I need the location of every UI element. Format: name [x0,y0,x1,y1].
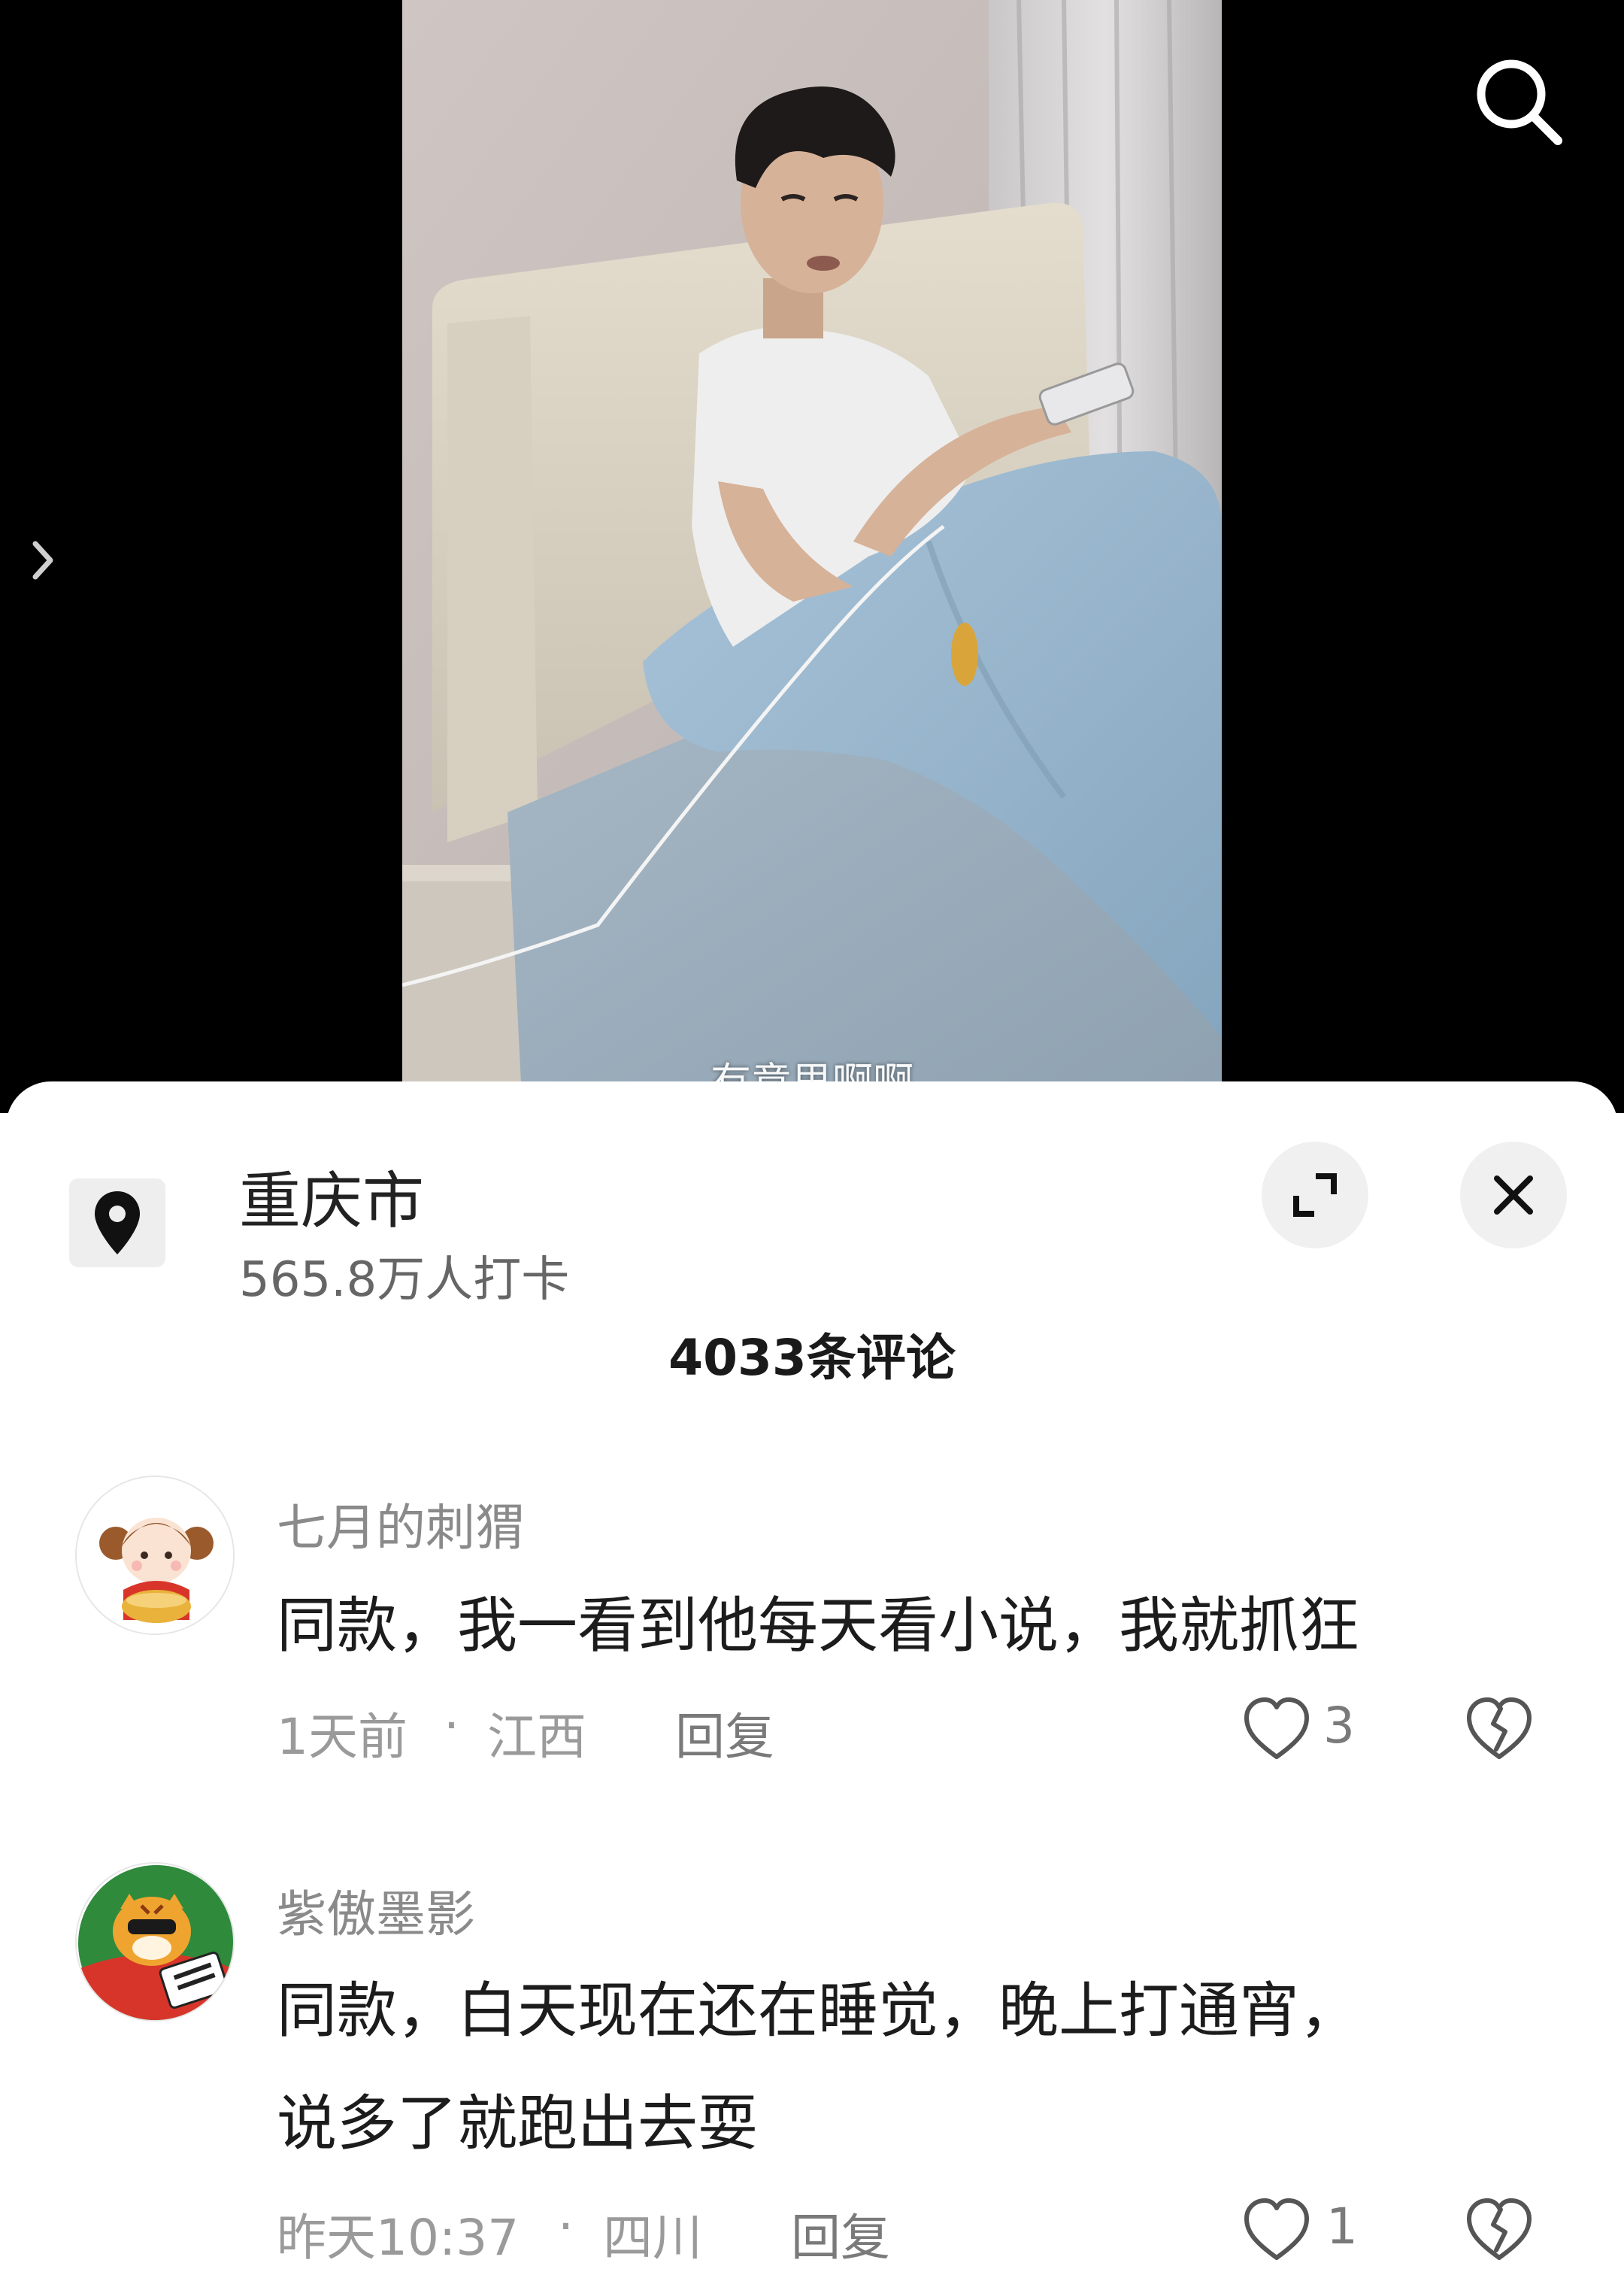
reply-button[interactable]: 回复 [791,2198,890,2270]
expand-button[interactable] [1262,1142,1368,1248]
comment-region: 四川 [603,2209,702,2267]
location-name[interactable]: 重庆市 [239,1151,424,1240]
broken-heart-icon[interactable] [1463,2195,1535,2267]
close-button[interactable] [1460,1142,1567,1248]
video-still-image [402,0,1222,1113]
expand-icon [1293,1173,1337,1217]
video-player[interactable]: 有意思啊啊 [0,0,1624,1113]
search-button[interactable] [1462,45,1575,158]
avatar-image [77,1477,233,1633]
comment-timestamp: 昨天10:37 [277,2209,520,2267]
location-checkin-count: 565.8万人打卡 [239,1252,570,1308]
location-button[interactable] [69,1178,165,1267]
comment-text-line-1: 同款，白天现在还在睡觉，晚上打通宵， [277,1976,1359,2046]
meta-separator: · [558,2198,574,2255]
heart-outline-icon[interactable] [1241,1694,1313,1766]
avatar[interactable] [75,1862,235,2022]
broken-heart-icon[interactable] [1463,1694,1535,1766]
video-frame[interactable] [402,0,1222,1113]
avatar-image [77,1864,233,2020]
meta-separator: · [444,1697,459,1755]
chevron-right-icon [32,541,53,580]
search-icon [1477,59,1562,145]
comment-username[interactable]: 紫傲墨影 [277,1874,475,1946]
comment-text: 同款，我一看到他每天看小说，我就抓狂 [277,1591,1359,1661]
like-count: 3 [1323,1697,1355,1755]
avatar[interactable] [75,1476,235,1635]
comment-count-title: 4033条评论 [668,1329,956,1387]
comment-username[interactable]: 七月的刺猬 [277,1488,525,1560]
close-icon [1494,1175,1533,1215]
location-pin-icon [95,1191,140,1254]
reply-button[interactable]: 回复 [675,1697,774,1769]
comment-region: 江西 [487,1708,586,1766]
expand-sidebar-button[interactable] [17,526,69,594]
comment-timestamp: 1天前 [277,1708,408,1766]
comment-text-line-2: 说多了就跑出去耍 [277,2088,758,2158]
heart-outline-icon[interactable] [1241,2195,1313,2267]
like-count: 1 [1326,2198,1358,2255]
